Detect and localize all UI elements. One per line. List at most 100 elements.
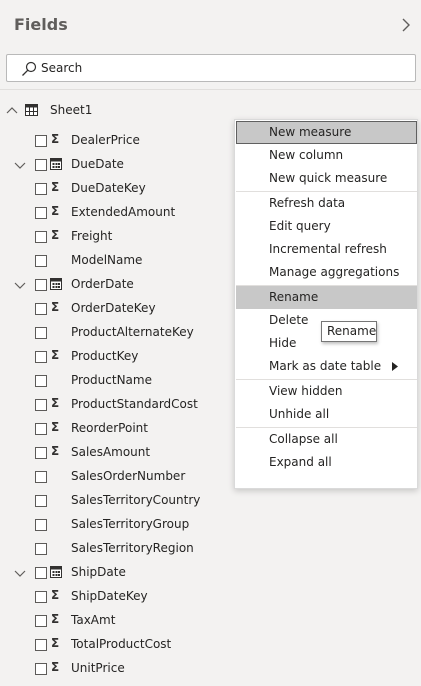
chevron-up-icon[interactable] xyxy=(5,104,19,118)
menu-item-collapse-all[interactable]: Collapse all xyxy=(236,428,417,451)
field-label: SalesOrderNumber xyxy=(71,469,186,483)
field-row[interactable]: SalesTerritoryCountry xyxy=(0,489,421,513)
sigma-icon: Σ xyxy=(51,588,60,602)
field-row[interactable]: SalesTerritoryGroup xyxy=(0,513,421,537)
field-label: OrderDate xyxy=(71,277,134,291)
field-checkbox[interactable] xyxy=(35,135,47,147)
menu-item-new-column[interactable]: New column xyxy=(236,144,417,167)
menu-item-rename[interactable]: Rename xyxy=(236,286,417,309)
field-label: ProductKey xyxy=(71,349,139,363)
field-row[interactable]: Σ TaxAmt xyxy=(0,609,421,633)
menu-item-unhide-all[interactable]: Unhide all xyxy=(236,403,417,426)
table-name: Sheet1 xyxy=(50,103,93,117)
menu-item-label: Mark as date table xyxy=(269,359,382,373)
field-row[interactable]: Σ TotalProductCost xyxy=(0,633,421,657)
field-checkbox[interactable] xyxy=(35,375,47,387)
field-label: DueDate xyxy=(71,157,124,171)
field-checkbox[interactable] xyxy=(35,543,47,555)
field-checkbox[interactable] xyxy=(35,471,47,483)
field-checkbox[interactable] xyxy=(35,663,47,675)
sigma-icon: Σ xyxy=(51,228,60,242)
field-row[interactable]: SalesTerritoryRegion xyxy=(0,537,421,561)
field-checkbox[interactable] xyxy=(35,639,47,651)
menu-item-label: New quick measure xyxy=(269,171,388,185)
sigma-icon: Σ xyxy=(51,612,60,626)
sigma-icon: Σ xyxy=(51,420,60,434)
field-label: SalesTerritoryGroup xyxy=(71,517,190,531)
field-checkbox[interactable] xyxy=(35,519,47,531)
menu-item-label: Collapse all xyxy=(269,432,338,446)
chevron-right-icon[interactable] xyxy=(399,16,413,34)
field-label: SalesAmount xyxy=(71,445,151,459)
field-label: DealerPrice xyxy=(71,133,140,147)
field-checkbox[interactable] xyxy=(35,447,47,459)
menu-item-label: Incremental refresh xyxy=(269,242,387,256)
field-checkbox[interactable] xyxy=(35,327,47,339)
calendar-icon xyxy=(50,566,62,578)
menu-item-expand-all[interactable]: Expand all xyxy=(236,451,417,474)
menu-item-view-hidden[interactable]: View hidden xyxy=(236,380,417,403)
table-icon xyxy=(25,104,38,116)
field-row[interactable]: ShipDate xyxy=(0,561,421,585)
menu-item-label: Edit query xyxy=(269,219,331,233)
sigma-icon: Σ xyxy=(51,204,60,218)
field-checkbox[interactable] xyxy=(35,207,47,219)
menu-item-label: Delete xyxy=(269,313,309,327)
field-checkbox[interactable] xyxy=(35,183,47,195)
menu-item-mark-as-date-table[interactable]: Mark as date table xyxy=(236,355,417,378)
search-input[interactable] xyxy=(41,58,401,78)
sigma-icon: Σ xyxy=(51,180,60,194)
field-label: ShipDateKey xyxy=(71,589,148,603)
calendar-icon xyxy=(50,158,62,170)
menu-item-new-quick-measure[interactable]: New quick measure xyxy=(236,167,417,190)
tooltip-text: Rename xyxy=(327,324,377,338)
field-checkbox[interactable] xyxy=(35,495,47,507)
menu-item-edit-query[interactable]: Edit query xyxy=(236,215,417,238)
sigma-icon: Σ xyxy=(51,396,60,410)
menu-item-label: Expand all xyxy=(269,455,332,469)
tooltip: Rename xyxy=(321,321,377,342)
field-checkbox[interactable] xyxy=(35,231,47,243)
menu-item-incremental-refresh[interactable]: Incremental refresh xyxy=(236,238,417,261)
field-label: SalesTerritoryCountry xyxy=(71,493,201,507)
field-label: ProductName xyxy=(71,373,152,387)
field-checkbox[interactable] xyxy=(35,303,47,315)
menu-item-new-measure[interactable]: New measure xyxy=(236,121,417,144)
field-checkbox[interactable] xyxy=(35,351,47,363)
field-checkbox[interactable] xyxy=(35,423,47,435)
field-label: ProductAlternateKey xyxy=(71,325,194,339)
chevron-down-icon[interactable] xyxy=(13,278,27,292)
menu-item-label: New measure xyxy=(269,125,352,139)
sigma-icon: Σ xyxy=(51,300,60,314)
menu-item-label: Rename xyxy=(269,290,319,304)
field-label: ProductStandardCost xyxy=(71,397,198,411)
field-checkbox[interactable] xyxy=(35,159,47,171)
pane-title: Fields xyxy=(14,15,68,34)
field-label: ReorderPoint xyxy=(71,421,148,435)
field-row[interactable]: Σ ShipDateKey xyxy=(0,585,421,609)
chevron-down-icon[interactable] xyxy=(13,566,27,580)
menu-item-refresh-data[interactable]: Refresh data xyxy=(236,192,417,215)
field-label: SalesTerritoryRegion xyxy=(71,541,194,555)
field-checkbox[interactable] xyxy=(35,567,47,579)
field-checkbox[interactable] xyxy=(35,591,47,603)
field-label: TaxAmt xyxy=(71,613,116,627)
field-row[interactable]: Σ UnitPrice xyxy=(0,657,421,681)
search-icon xyxy=(22,61,37,76)
search-box[interactable] xyxy=(6,54,416,82)
field-checkbox[interactable] xyxy=(35,255,47,267)
field-label: ShipDate xyxy=(71,565,126,579)
field-checkbox[interactable] xyxy=(35,615,47,627)
field-checkbox[interactable] xyxy=(35,399,47,411)
field-label: OrderDateKey xyxy=(71,301,156,315)
sigma-icon: Σ xyxy=(51,660,60,674)
menu-item-label: Manage aggregations xyxy=(269,265,400,279)
chevron-down-icon[interactable] xyxy=(13,158,27,172)
menu-item-label: View hidden xyxy=(269,384,343,398)
menu-item-manage-aggregations[interactable]: Manage aggregations xyxy=(236,261,417,284)
divider xyxy=(0,89,421,90)
sigma-icon: Σ xyxy=(51,348,60,362)
field-checkbox[interactable] xyxy=(35,279,47,291)
sigma-icon: Σ xyxy=(51,132,60,146)
menu-item-label: Hide xyxy=(269,336,297,350)
